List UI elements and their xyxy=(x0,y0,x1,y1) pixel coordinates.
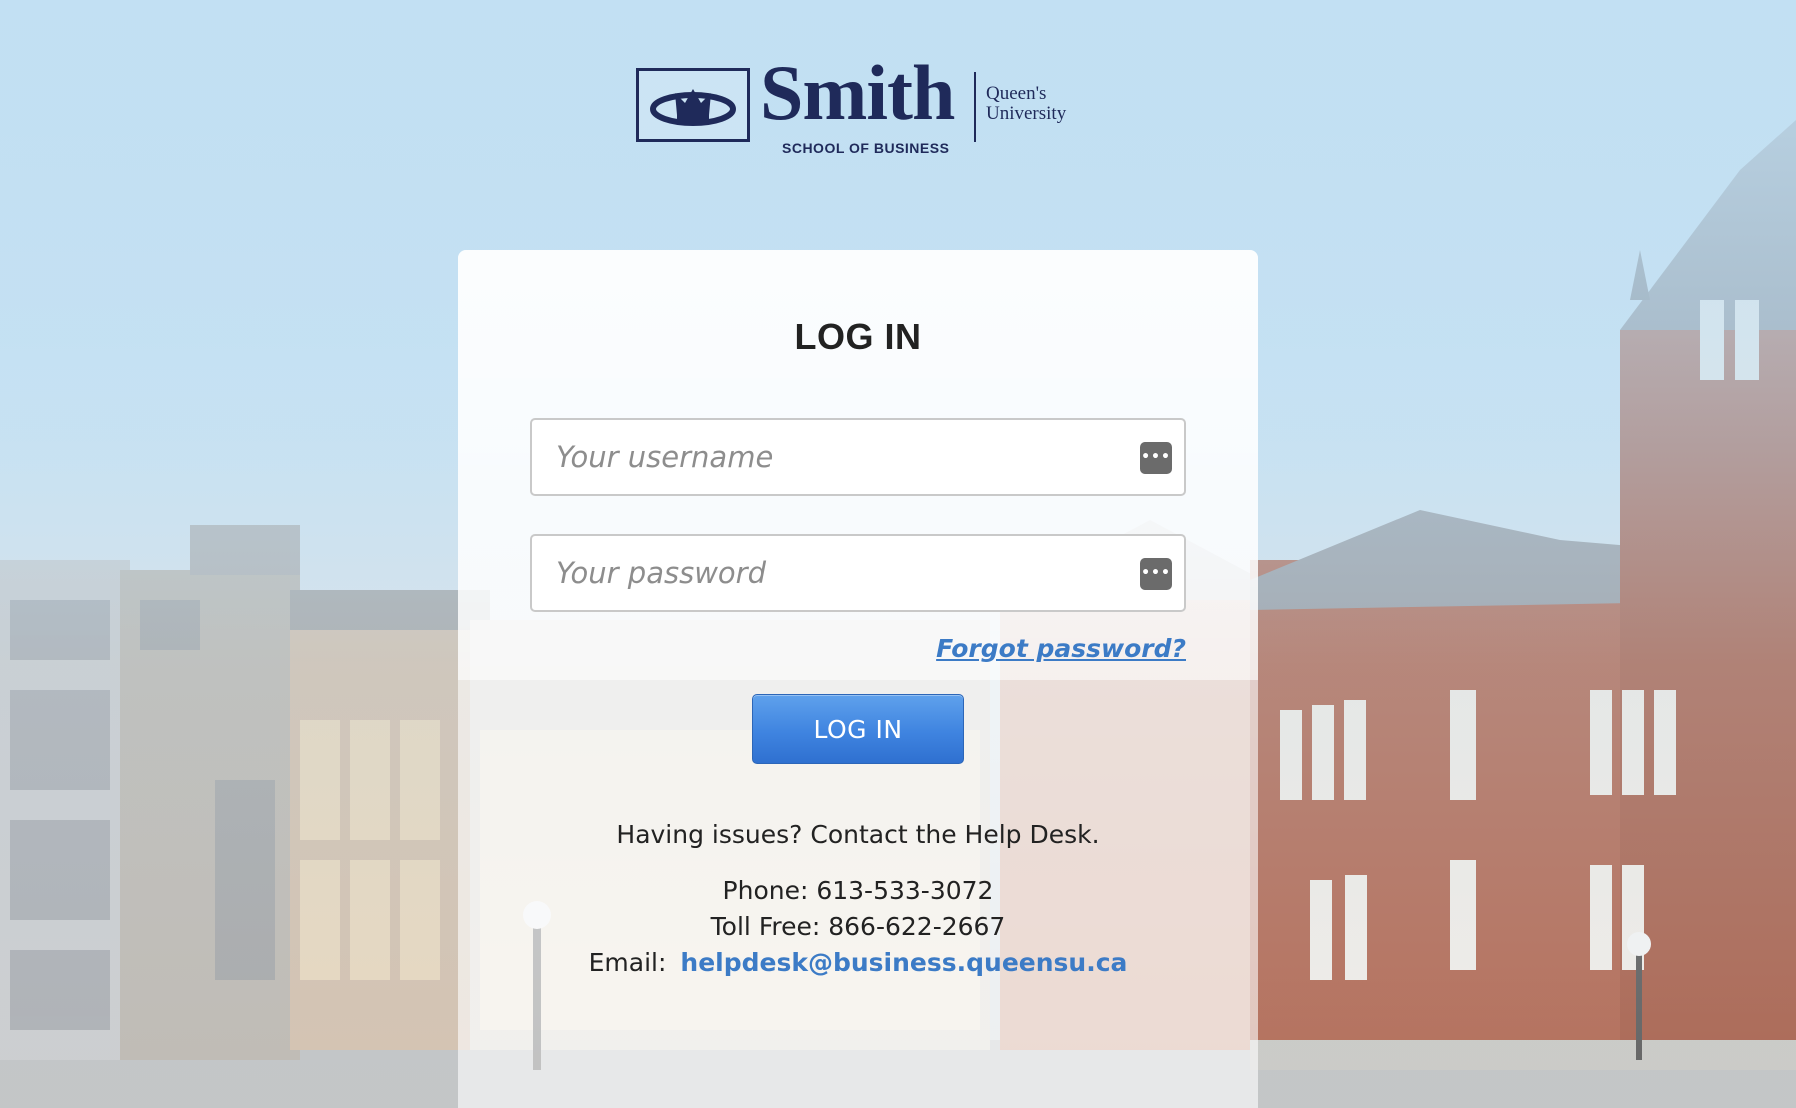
log-in-button[interactable]: LOG IN xyxy=(752,694,964,764)
smith-queens-logo: Smith SCHOOL OF BUSINESS Queen's Univers… xyxy=(636,54,1076,162)
help-issue-text: Having issues? Contact the Help Desk. xyxy=(616,820,1100,849)
crown-emblem-icon xyxy=(636,68,750,142)
help-tollfree-text: Toll Free: 866-622-2667 xyxy=(710,912,1006,941)
logo-university-line2: University xyxy=(986,102,1067,124)
username-input[interactable] xyxy=(532,420,1184,494)
login-panel: LOG IN ••• ••• Forgot password? LOG IN H… xyxy=(458,250,1258,1108)
password-manager-icon[interactable]: ••• xyxy=(1140,442,1172,474)
login-title: LOG IN xyxy=(794,316,922,357)
help-email-row: Email: helpdesk@business.queensu.ca xyxy=(458,948,1258,977)
logo-divider xyxy=(974,72,976,142)
logo-university: Queen's University xyxy=(986,84,1066,124)
password-field[interactable]: ••• xyxy=(530,534,1186,612)
login-page: Smith SCHOOL OF BUSINESS Queen's Univers… xyxy=(0,0,1796,1108)
password-manager-icon[interactable]: ••• xyxy=(1140,558,1172,590)
logo-wordmark: Smith xyxy=(760,49,955,136)
forgot-password-link[interactable]: Forgot password? xyxy=(936,634,1186,663)
help-phone-text: Phone: 613-533-3072 xyxy=(722,876,994,905)
password-input[interactable] xyxy=(532,536,1184,610)
username-field[interactable]: ••• xyxy=(530,418,1186,496)
help-email-label: Email: xyxy=(588,948,667,977)
logo-subtitle: SCHOOL OF BUSINESS xyxy=(782,140,950,156)
logo-university-line1: Queen's xyxy=(986,83,1047,104)
help-email-link[interactable]: helpdesk@business.queensu.ca xyxy=(680,948,1127,977)
